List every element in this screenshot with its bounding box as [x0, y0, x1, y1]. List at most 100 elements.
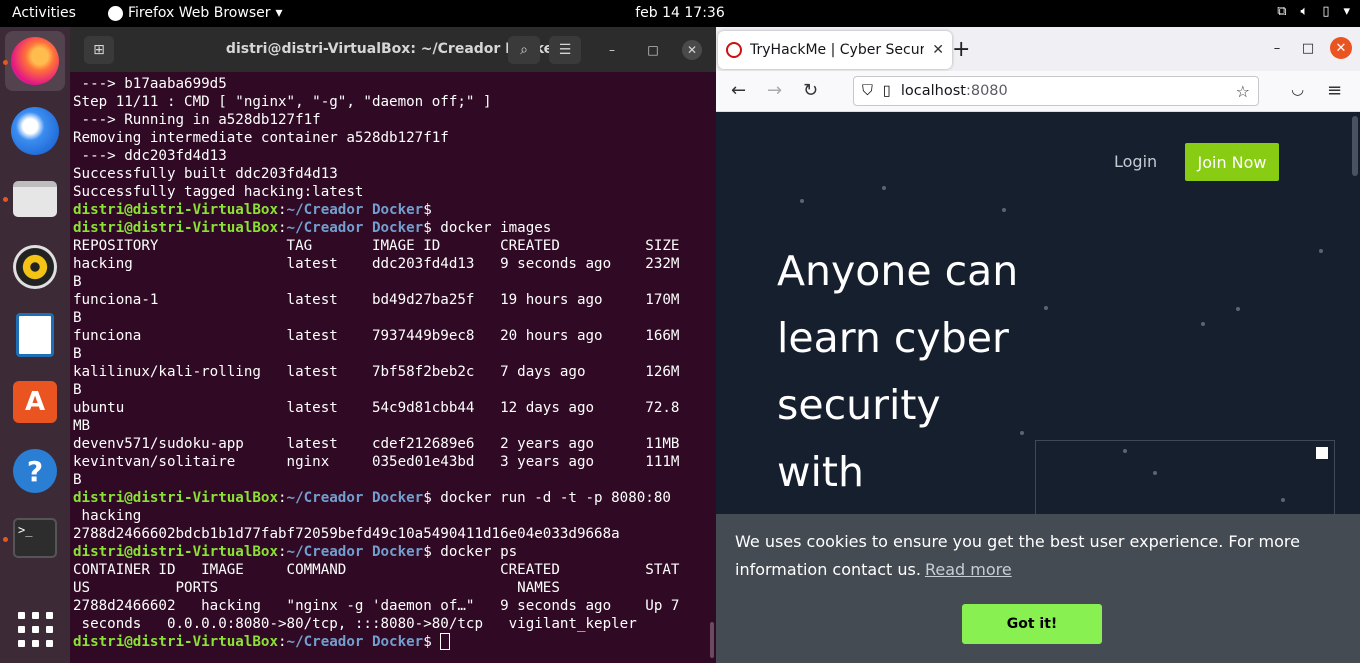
- chevron-down-icon: ▾: [275, 5, 283, 21]
- activities-button[interactable]: Activities: [12, 5, 76, 21]
- software-store-icon: A: [13, 381, 57, 423]
- hero-heading: Anyone can learn cyber security with: [777, 238, 1077, 506]
- dock-help[interactable]: ?: [5, 441, 65, 501]
- dock-thunderbird[interactable]: [5, 101, 65, 161]
- terminal-line: B: [73, 472, 82, 488]
- terminal-line: kevintvan/solitaire nginx 035ed01e43bd 3…: [73, 454, 680, 470]
- tab-bar: TryHackMe | Cyber Securi ✕ + – □ ✕: [716, 27, 1360, 71]
- terminal-line: Removing intermediate container a528db12…: [73, 130, 449, 146]
- terminal-line: hacking latest ddc203fd4d13 9 seconds ag…: [73, 256, 680, 272]
- terminal-line: distri@distri-VirtualBox:~/Creador Docke…: [73, 202, 432, 218]
- cookie-text: We uses cookies to ensure you get the be…: [735, 532, 1300, 579]
- terminal-line: US PORTS NAMES: [73, 580, 560, 596]
- maximize-button[interactable]: □: [1297, 37, 1319, 59]
- browser-tab[interactable]: TryHackMe | Cyber Securi ✕: [718, 31, 952, 69]
- maximize-button[interactable]: □: [643, 40, 663, 60]
- terminal-header: ⊞ distri@distri-VirtualBox: ~/Creador Do…: [70, 27, 716, 72]
- hamburger-icon[interactable]: ≡: [1327, 80, 1342, 101]
- image-icon: [1316, 447, 1328, 459]
- page-info-icon[interactable]: ▯: [883, 83, 891, 99]
- files-icon: [13, 181, 57, 217]
- menu-button[interactable]: ☰: [549, 36, 581, 64]
- clock[interactable]: feb 14 17:36: [635, 5, 725, 21]
- terminal-line: Successfully built ddc203fd4d13: [73, 166, 338, 182]
- cookie-banner: We uses cookies to ensure you get the be…: [716, 514, 1360, 663]
- terminal-line: funciona latest 7937449b9ec8 20 hours ag…: [73, 328, 680, 344]
- forward-icon[interactable]: →: [767, 80, 782, 101]
- minimize-button[interactable]: –: [602, 40, 622, 60]
- dock-files[interactable]: [5, 169, 65, 229]
- close-button[interactable]: ✕: [1330, 37, 1352, 59]
- terminal-line: B: [73, 346, 82, 362]
- terminal-line: 2788d2466602 hacking "nginx -g 'daemon o…: [73, 598, 680, 614]
- login-link[interactable]: Login: [1114, 152, 1157, 171]
- url-bar[interactable]: ⛉ ▯ localhost:8080 ☆: [853, 76, 1259, 106]
- terminal-line: hacking: [73, 508, 142, 524]
- page-scrollbar[interactable]: [1352, 116, 1358, 176]
- app-menu[interactable]: Firefox Web Browser ▾: [108, 5, 283, 21]
- command-text: [432, 634, 441, 650]
- running-indicator: [3, 197, 8, 202]
- terminal-output[interactable]: ---> b17aaba699d5 Step 11/11 : CMD [ "ngi…: [70, 72, 716, 651]
- terminal-line: 2788d2466602bdcb1b1d77fabf72059befd49c10…: [73, 526, 620, 542]
- terminal-line: B: [73, 274, 82, 290]
- background-star: [1236, 307, 1240, 311]
- nav-bar: ← → ↻ ⛉ ▯ localhost:8080 ☆ ◡ ≡: [716, 71, 1360, 112]
- pocket-icon[interactable]: ◡: [1291, 80, 1304, 98]
- background-star: [800, 199, 804, 203]
- bookmark-star-icon[interactable]: ☆: [1236, 82, 1250, 101]
- background-star: [1201, 322, 1205, 326]
- back-icon[interactable]: ←: [731, 80, 746, 101]
- grid-icon: [18, 612, 53, 647]
- terminal-line: distri@distri-VirtualBox:~/Creador Docke…: [73, 220, 552, 236]
- terminal-window[interactable]: ⊞ distri@distri-VirtualBox: ~/Creador Do…: [70, 27, 716, 663]
- system-tray[interactable]: ⧉ 🔈︎ ▯ ▾: [1277, 4, 1350, 19]
- running-indicator: [3, 537, 8, 542]
- read-more-link[interactable]: Read more: [925, 560, 1012, 579]
- url-port: :8080: [965, 83, 1008, 99]
- prompt-path: ~/Creador Docker: [286, 220, 424, 236]
- hero-line: with: [777, 448, 864, 496]
- terminal-cursor: [440, 633, 451, 650]
- terminal-line: devenv571/sudoku-app latest cdef212689e6…: [73, 436, 680, 452]
- terminal-scrollbar[interactable]: [710, 622, 714, 658]
- running-indicator: [3, 60, 8, 65]
- join-now-button[interactable]: Join Now: [1185, 143, 1279, 181]
- search-icon: ⌕: [520, 42, 528, 58]
- shield-icon[interactable]: ⛉: [862, 83, 873, 99]
- prompt-user: distri@distri-VirtualBox: [73, 220, 278, 236]
- new-tab-icon[interactable]: +: [952, 37, 970, 62]
- terminal-line: B: [73, 310, 82, 326]
- got-it-button[interactable]: Got it!: [962, 604, 1102, 644]
- prompt-path: ~/Creador Docker: [286, 544, 424, 560]
- terminal-line: CONTAINER ID IMAGE COMMAND CREATED STAT: [73, 562, 680, 578]
- search-button[interactable]: ⌕: [508, 36, 540, 64]
- prompt-path: ~/Creador Docker: [286, 490, 424, 506]
- dock-firefox[interactable]: [5, 31, 65, 91]
- background-star: [882, 186, 886, 190]
- terminal-line: ---> b17aaba699d5: [73, 76, 227, 92]
- terminal-line: ubuntu latest 54c9d81cbb44 12 days ago 7…: [73, 400, 680, 416]
- show-applications-button[interactable]: [5, 599, 65, 659]
- rhythmbox-icon: [13, 245, 57, 289]
- minimize-button[interactable]: –: [1266, 37, 1288, 59]
- terminal-line: B: [73, 382, 82, 398]
- web-page: Login Join Now Anyone can learn cyber se…: [716, 112, 1360, 663]
- dock-terminal[interactable]: >_: [5, 508, 65, 568]
- reload-icon[interactable]: ↻: [803, 80, 818, 101]
- hero-line: learn cyber: [777, 314, 1009, 362]
- close-icon: ✕: [686, 43, 698, 57]
- terminal-line: ---> Running in a528db127f1f: [73, 112, 321, 128]
- terminal-line: Successfully tagged hacking:latest: [73, 184, 364, 200]
- close-button[interactable]: ✕: [682, 40, 702, 60]
- command-text: docker images: [431, 220, 552, 236]
- terminal-line: ---> ddc203fd4d13: [73, 148, 227, 164]
- tab-close-icon[interactable]: ✕: [932, 42, 944, 58]
- dock-software[interactable]: A: [5, 372, 65, 432]
- terminal-line: distri@distri-VirtualBox:~/Creador Docke…: [73, 633, 716, 651]
- dock-rhythmbox[interactable]: [5, 237, 65, 297]
- dock-writer[interactable]: [5, 305, 65, 365]
- maximize-icon: □: [647, 43, 659, 57]
- network-icon: ⧉: [1277, 4, 1287, 19]
- prompt-path: ~/Creador Docker: [286, 634, 424, 650]
